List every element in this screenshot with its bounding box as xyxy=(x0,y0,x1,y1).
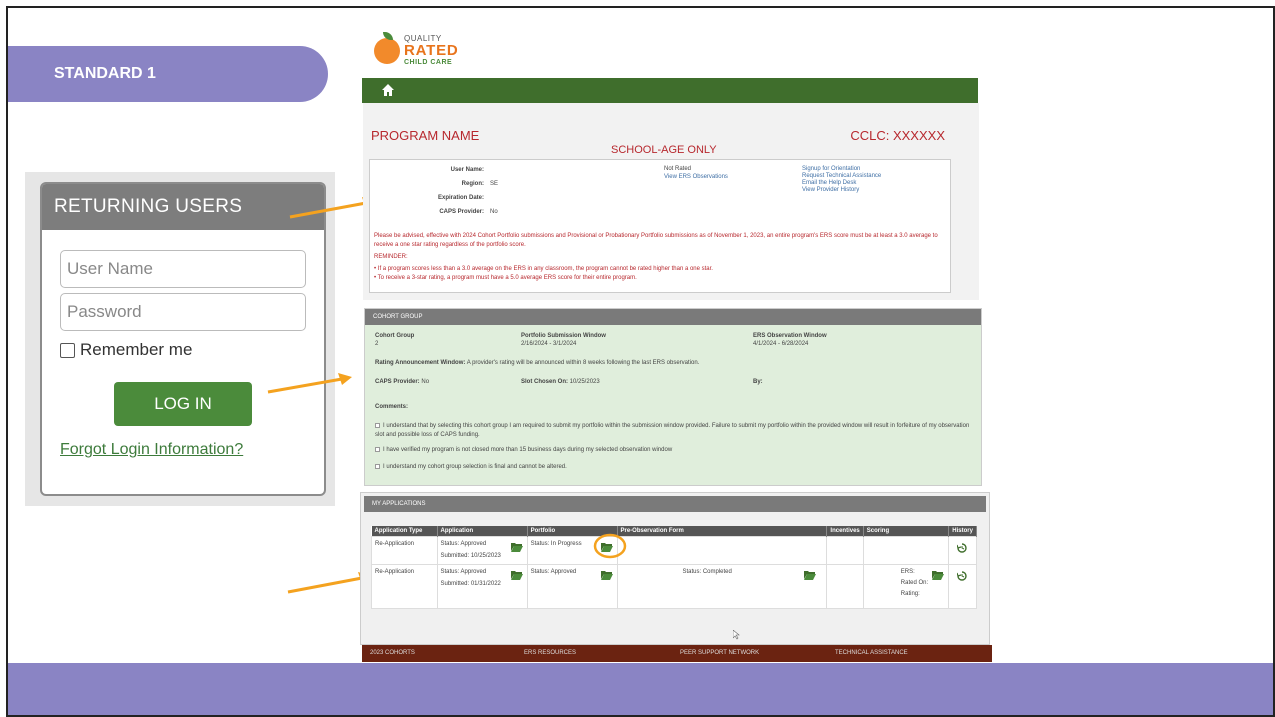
incentives-cell xyxy=(826,536,864,565)
arrow-icon xyxy=(267,373,352,394)
reminder-item: • If a program scores less than a 3.0 av… xyxy=(374,266,713,272)
footer-link-ers-resources[interactable]: ERS RESOURCES xyxy=(524,645,576,662)
folder-open-icon[interactable] xyxy=(510,542,523,552)
col-history: History xyxy=(948,526,977,537)
slot-chosen: Slot Chosen On: 10/25/2023 xyxy=(521,379,600,385)
history-icon[interactable] xyxy=(957,571,967,581)
cclc-number: CCLC: XXXXXX xyxy=(850,128,945,143)
login-heading: RETURNING USERS xyxy=(42,184,324,230)
portal-footer: 2023 COHORTS ERS RESOURCES PEER SUPPORT … xyxy=(362,645,992,662)
standard-tab: STANDARD 1 xyxy=(8,46,328,102)
username-input[interactable]: User Name xyxy=(60,250,306,288)
history-cell xyxy=(948,564,977,609)
col-application-type: Application Type xyxy=(371,526,438,537)
portfolio-cell: Status: Approved xyxy=(526,564,618,609)
portfolio-window-label: Portfolio Submission Window xyxy=(521,333,606,339)
signup-orientation-link[interactable]: Signup for Orientation xyxy=(802,166,860,172)
portfolio-cell: Status: In Progress xyxy=(526,533,626,565)
caps-row: CAPS Provider: No xyxy=(439,209,498,215)
request-ta-link[interactable]: Request Technical Assistance xyxy=(802,173,881,179)
checkbox[interactable] xyxy=(375,447,380,452)
comments-label: Comments: xyxy=(375,404,409,410)
table-header-row: Application Type Application Portfolio P… xyxy=(371,526,977,537)
expiration-row: Expiration Date: xyxy=(437,195,484,201)
col-incentives: Incentives xyxy=(826,526,864,537)
school-age-label: SCHOOL-AGE ONLY xyxy=(611,144,717,156)
scoring-cell xyxy=(862,536,950,565)
logo-mark xyxy=(374,38,400,64)
nav-bar xyxy=(362,78,978,103)
rated-on: Rated On: xyxy=(900,580,929,586)
application-cell: Status: Approved Submitted: 10/25/2023 xyxy=(436,536,528,565)
rating-status: Not Rated xyxy=(664,166,692,172)
login-button[interactable]: LOG IN xyxy=(114,382,252,426)
folder-open-icon[interactable] xyxy=(600,570,613,580)
quality-rated-logo: QUALITY RATED CHILD CARE xyxy=(374,32,474,78)
password-input[interactable]: Password xyxy=(60,293,306,331)
cohort-group-value: 2 xyxy=(375,341,379,347)
application-cell: Status: Approved Submitted: 01/31/2022 xyxy=(436,564,528,609)
notice-text: Please be advised, effective with 2024 C… xyxy=(374,233,938,248)
provider-history-link[interactable]: View Provider History xyxy=(802,187,859,193)
provider-info-box: User Name: Region: SE Expiration Date: CA… xyxy=(369,159,951,293)
folder-open-icon[interactable] xyxy=(510,570,523,580)
table-row: Re-Application Status: Approved Submitte… xyxy=(371,564,977,609)
col-application: Application xyxy=(437,526,528,537)
folder-open-icon[interactable] xyxy=(932,570,945,580)
remember-me[interactable]: Remember me xyxy=(60,340,192,360)
table-row: Re-Application Status: Approved Submitte… xyxy=(371,533,977,565)
cohort-caps: CAPS Provider: No xyxy=(375,379,430,385)
by-label: By: xyxy=(753,379,763,385)
forgot-login-link[interactable]: Forgot Login Information? xyxy=(60,441,243,459)
cohort-group-panel: COHORT GROUP Cohort Group 2 Portfolio Su… xyxy=(364,308,982,486)
rating-window: Rating Announcement Window: A provider's… xyxy=(375,360,700,366)
program-name: PROGRAM NAME xyxy=(371,128,480,143)
pre-observation-cell: Status: Completed xyxy=(616,564,828,609)
footer-link-technical-assistance[interactable]: TECHNICAL ASSISTANCE xyxy=(835,645,908,662)
user-name-row: User Name: xyxy=(450,167,484,173)
ers-window-value: 4/1/2024 - 6/28/2024 xyxy=(753,341,809,347)
cohort-check-item: I understand that by selecting this coho… xyxy=(375,422,970,438)
scoring-cell: ERS: Rated On: Rating: xyxy=(862,564,950,609)
footer-link-peer-support[interactable]: PEER SUPPORT NETWORK xyxy=(680,645,759,662)
slide-footer-band xyxy=(8,663,1273,715)
reminder-item: • To receive a 3-star rating, a program … xyxy=(374,275,637,281)
logo-line3: CHILD CARE xyxy=(404,59,453,66)
remember-checkbox[interactable] xyxy=(60,342,75,358)
pre-observation-cell xyxy=(616,536,828,565)
cohort-check-item: I have verified my program is not closed… xyxy=(375,447,672,453)
cohort-heading: COHORT GROUP xyxy=(365,309,981,325)
cohort-group-label: Cohort Group xyxy=(375,333,415,339)
checkbox[interactable] xyxy=(375,464,380,469)
logo-line2: RATED xyxy=(404,42,459,59)
program-panel: PROGRAM NAME SCHOOL-AGE ONLY CCLC: XXXXX… xyxy=(363,103,979,300)
view-ers-link[interactable]: View ERS Observations xyxy=(664,174,728,180)
cohort-check-item: I understand my cohort group selection i… xyxy=(375,464,567,470)
col-scoring: Scoring xyxy=(863,526,950,537)
history-icon[interactable] xyxy=(957,543,967,553)
app-type: Re-Application xyxy=(371,564,438,609)
checkbox[interactable] xyxy=(375,422,380,428)
region-row: Region: SE xyxy=(461,181,499,187)
history-cell xyxy=(948,536,977,565)
ers-window-label: ERS Observation Window xyxy=(753,333,827,339)
email-helpdesk-link[interactable]: Email the Help Desk xyxy=(802,180,856,186)
login-panel: RETURNING USERS User Name Password Remem… xyxy=(40,182,326,496)
remember-label: Remember me xyxy=(80,340,193,359)
portfolio-window-value: 2/16/2024 - 3/1/2024 xyxy=(521,341,577,347)
home-icon[interactable] xyxy=(382,84,394,96)
notice-block: Please be advised, effective with 2024 C… xyxy=(374,232,946,283)
rating: Rating: xyxy=(900,591,920,597)
applications-table: Application Type Application Portfolio P… xyxy=(371,526,977,609)
slide: STANDARD 1 RETURNING USERS User Name Pas… xyxy=(6,6,1275,717)
incentives-cell xyxy=(826,564,864,609)
col-pre-observation: Pre-Observation Form xyxy=(617,526,828,537)
folder-open-icon[interactable] xyxy=(804,570,817,580)
reminder-label: REMINDER: xyxy=(374,254,408,260)
my-applications-panel: MY APPLICATIONS Application Type Applica… xyxy=(360,492,990,645)
footer-link-cohorts[interactable]: 2023 COHORTS xyxy=(370,645,415,662)
applications-heading: MY APPLICATIONS xyxy=(364,496,986,512)
app-type: Re-Application xyxy=(371,536,438,565)
mouse-cursor-icon xyxy=(733,630,740,640)
